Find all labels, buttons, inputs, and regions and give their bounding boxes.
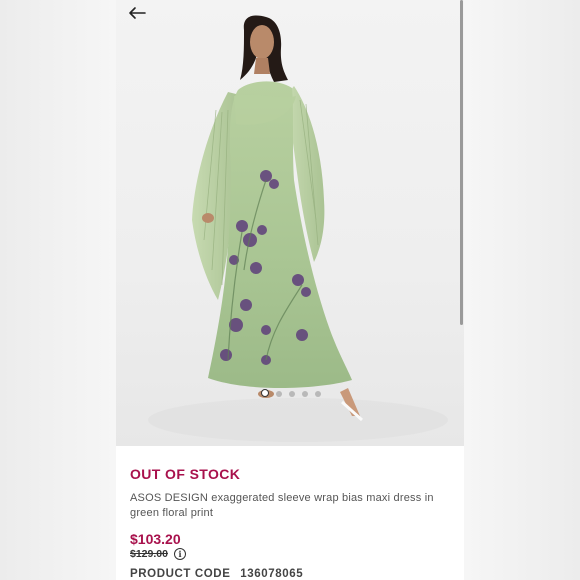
stock-status: OUT OF STOCK [130, 466, 241, 482]
backdrop-left [0, 0, 116, 580]
arrow-left-icon [129, 7, 146, 19]
phone-screen: OUT OF STOCK ASOS DESIGN exaggerated sle… [116, 0, 464, 580]
product-code-value: 136078065 [240, 568, 304, 580]
carousel-dot-active[interactable] [261, 389, 269, 397]
model-dress-illustration [148, 15, 448, 442]
was-price: $129.00 [130, 548, 168, 560]
back-button[interactable] [124, 2, 150, 24]
product-code-label: PRODUCT CODE [130, 568, 231, 580]
carousel-dot[interactable] [315, 390, 321, 397]
product-image[interactable] [116, 0, 464, 446]
info-icon[interactable]: i [173, 548, 186, 560]
product-code-row: PRODUCT CODE 136078065 [130, 568, 309, 580]
carousel-dot[interactable] [302, 390, 308, 397]
scrollbar[interactable] [460, 0, 463, 325]
backdrop-right [464, 0, 580, 580]
product-info: OUT OF STOCK ASOS DESIGN exaggerated sle… [130, 466, 455, 560]
product-title: ASOS DESIGN exaggerated sleeve wrap bias… [130, 492, 434, 519]
carousel-dot[interactable] [276, 390, 282, 397]
carousel-dot[interactable] [289, 390, 295, 397]
current-price: $103.20 [130, 531, 181, 547]
image-carousel-indicator [261, 389, 321, 397]
